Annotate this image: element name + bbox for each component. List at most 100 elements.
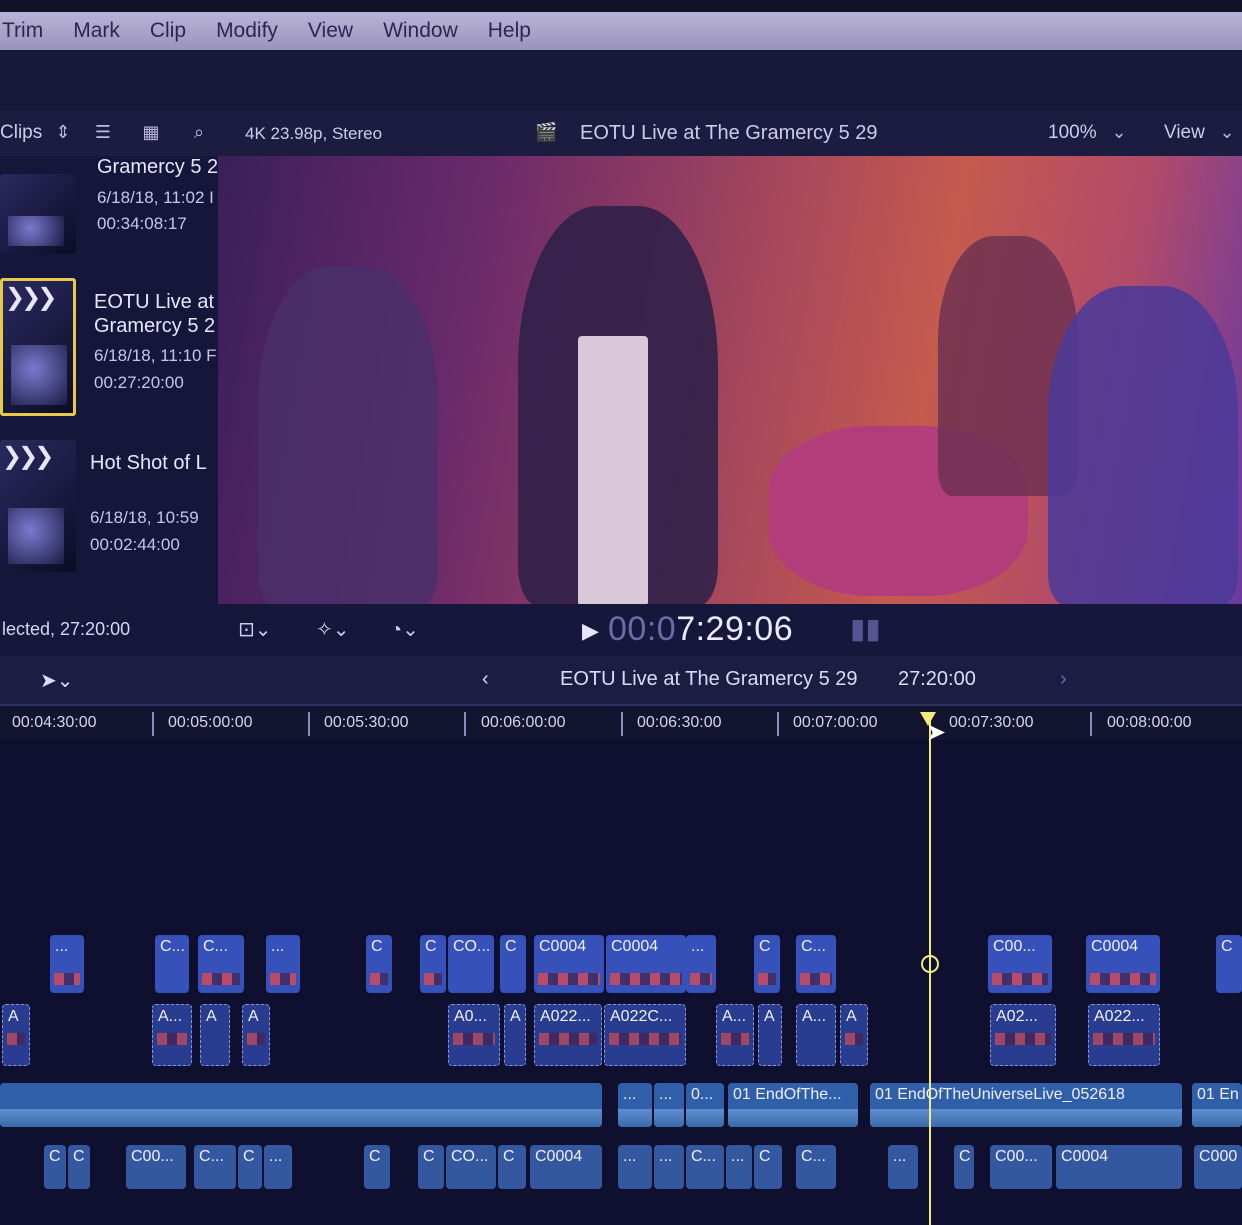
video-clip[interactable]: ... [266, 935, 300, 993]
back-arrow-icon[interactable]: ‹ [482, 668, 489, 691]
angle-clip[interactable]: A... [716, 1004, 754, 1066]
menu-window[interactable]: Window [383, 19, 458, 43]
audio-clip[interactable]: 01 En [1192, 1083, 1242, 1127]
connected-clip[interactable]: CO... [446, 1145, 496, 1189]
viewer-format: 4K 23.98p, Stereo [245, 124, 383, 143]
video-clip[interactable]: C [500, 935, 526, 993]
audio-clip[interactable]: 01 EndOfTheUniverseLive_052618 [870, 1083, 1182, 1127]
angle-clip[interactable]: A0... [448, 1004, 500, 1066]
connected-clip[interactable]: C... [194, 1145, 236, 1189]
video-clip[interactable]: C00... [988, 935, 1052, 993]
view-dropdown[interactable]: View [1164, 122, 1205, 144]
video-clip[interactable]: C0004 [606, 935, 686, 993]
connected-clip[interactable]: C0004 [1056, 1145, 1182, 1189]
menu-help[interactable]: Help [488, 19, 531, 43]
ruler-tick: 00:06:00:00 [481, 714, 566, 731]
angle-clip[interactable]: A [242, 1004, 270, 1066]
video-clip[interactable]: C... [155, 935, 189, 993]
clip-appearance-icon[interactable]: ⊡⌄ [238, 617, 272, 642]
angle-clip[interactable]: A022... [1088, 1004, 1160, 1066]
viewer-frame[interactable] [218, 156, 1242, 604]
connected-clip[interactable]: C [364, 1145, 390, 1189]
timeline-ruler[interactable]: 00:04:30:00 00:05:00:00 00:05:30:00 00:0… [0, 704, 1242, 740]
connected-clip[interactable]: ... [264, 1145, 292, 1189]
angle-clip[interactable]: A02... [990, 1004, 1056, 1066]
retime-speed-icon[interactable]: ◔⌄ [390, 617, 419, 642]
menu-mark[interactable]: Mark [73, 19, 120, 43]
angle-clip[interactable]: A [2, 1004, 30, 1066]
audio-clip[interactable] [0, 1083, 602, 1127]
audio-clip[interactable]: 0... [686, 1083, 724, 1127]
clip-name-line2: Gramercy 5 2 [94, 315, 216, 337]
forward-arrow-icon[interactable]: › [1060, 668, 1067, 691]
chevron-down-icon[interactable]: ⌄ [1108, 122, 1130, 144]
connected-clip[interactable]: ... [888, 1145, 918, 1189]
angle-clip[interactable]: A [840, 1004, 868, 1066]
list-item[interactable]: ❯❯❯ Hot Shot of L 6/18/18, 10:59 00:02:4… [0, 440, 218, 580]
menu-clip[interactable]: Clip [150, 19, 186, 43]
angle-clip[interactable]: A... [796, 1004, 836, 1066]
video-clip[interactable]: ... [686, 935, 716, 993]
video-clip[interactable]: C [420, 935, 446, 993]
filmstrip-icon[interactable]: ▦ [140, 122, 162, 144]
connected-clip[interactable]: C... [796, 1145, 836, 1189]
select-tool-icon[interactable]: ➤⌄ [40, 668, 74, 693]
zoom-dropdown[interactable]: 100% [1048, 122, 1097, 144]
clip-name: Hot Shot of L [90, 452, 207, 474]
audio-clip[interactable]: ... [618, 1083, 652, 1127]
connected-clip[interactable]: ... [726, 1145, 752, 1189]
angle-clip[interactable]: A [200, 1004, 230, 1066]
video-clip[interactable]: C [366, 935, 392, 993]
audio-clip[interactable]: ... [654, 1083, 684, 1127]
angle-clip[interactable]: A [504, 1004, 526, 1066]
search-icon[interactable]: ⌕ [188, 122, 210, 144]
angle-clip[interactable]: A022C... [604, 1004, 686, 1066]
connected-clip[interactable]: C... [686, 1145, 724, 1189]
connected-clip[interactable]: C00... [126, 1145, 186, 1189]
video-clip[interactable]: C0004 [534, 935, 604, 993]
connected-clip[interactable]: C0004 [530, 1145, 602, 1189]
connected-clip[interactable]: C [498, 1145, 526, 1189]
viewer-title: EOTU Live at The Gramercy 5 29 [580, 122, 878, 144]
video-clip[interactable]: ... [50, 935, 84, 993]
video-clip[interactable]: C... [198, 935, 244, 993]
list-item[interactable]: Gramercy 5 2 6/18/18, 11:02 I 00:34:08:1… [0, 156, 218, 266]
connected-clip[interactable]: ... [618, 1145, 652, 1189]
connected-clip[interactable]: C00... [990, 1145, 1052, 1189]
list-item[interactable]: ❯❯❯ EOTU Live at Gramercy 5 2 6/18/18, 1… [0, 278, 218, 418]
menu-trim[interactable]: Trim [2, 19, 43, 43]
compound-clip-icon: ❯❯❯ [2, 443, 54, 470]
connected-clip[interactable]: C [238, 1145, 262, 1189]
menu-view[interactable]: View [308, 19, 353, 43]
list-view-icon[interactable]: ☰ [92, 122, 114, 144]
video-clip[interactable]: CO... [448, 935, 494, 993]
performer-left [258, 266, 438, 604]
connected-clip[interactable]: C [754, 1145, 782, 1189]
chevron-down-icon[interactable]: ⌄ [1216, 122, 1238, 144]
menu-modify[interactable]: Modify [216, 19, 278, 43]
audio-clip[interactable]: 01 EndOfThe... [728, 1083, 858, 1127]
clip-thumbnail [0, 174, 76, 254]
video-clip[interactable]: C0004 [1086, 935, 1160, 993]
connected-clip[interactable]: ... [654, 1145, 684, 1189]
video-clip[interactable]: C [754, 935, 780, 993]
singer-shirt [578, 336, 648, 604]
effects-wand-icon[interactable]: ✧⌄ [316, 617, 350, 642]
video-clip[interactable]: C... [796, 935, 836, 993]
connected-clip[interactable]: C [418, 1145, 444, 1189]
playhead-skimmer-knob[interactable] [921, 955, 939, 973]
sort-updown-icon[interactable]: ⇕ [52, 122, 74, 144]
angle-clip[interactable]: A022... [534, 1004, 602, 1066]
connected-clip[interactable]: C [954, 1145, 974, 1189]
connected-clip[interactable]: C000 [1194, 1145, 1242, 1189]
panel-header: Clips ⇕ ☰ ▦ ⌕ 4K 23.98p, Stereo 🎬 EOTU L… [0, 110, 1242, 156]
clip-name: EOTU Live at [94, 291, 215, 313]
connected-clip[interactable]: C [44, 1145, 66, 1189]
angle-clip[interactable]: A... [152, 1004, 192, 1066]
browser-clips-label[interactable]: Clips [0, 122, 42, 144]
video-clip[interactable]: C [1216, 935, 1242, 993]
top-edge [0, 0, 1242, 12]
play-icon[interactable]: ▶ [582, 618, 599, 644]
angle-clip[interactable]: A [758, 1004, 782, 1066]
connected-clip[interactable]: C [68, 1145, 90, 1189]
